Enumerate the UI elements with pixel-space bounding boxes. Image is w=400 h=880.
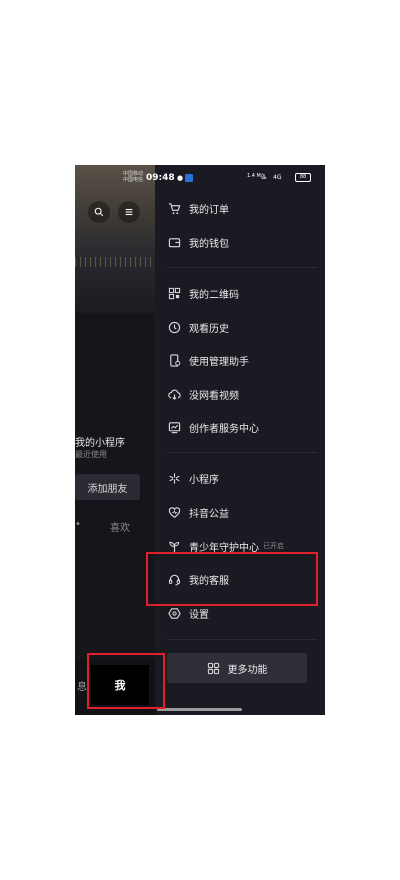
status-badge: 已开启: [263, 542, 284, 550]
menu-item-history[interactable]: 观看历史: [167, 317, 229, 337]
cloud-download-icon: [167, 387, 181, 401]
clock-icon: [167, 320, 181, 334]
cart-icon: [167, 201, 181, 215]
profile-cover-image: [75, 165, 155, 313]
menu-label: 设置: [189, 609, 209, 621]
menu-item-offline-video[interactable]: 没网看视频: [167, 384, 239, 404]
menu-label: 创作者服务中心: [189, 423, 259, 435]
wallet-icon: [167, 235, 181, 249]
menu-label: 我的二维码: [189, 289, 239, 301]
more-features-button[interactable]: 更多功能: [167, 653, 307, 683]
menu-item-usage-assistant[interactable]: 使用管理助手: [167, 350, 249, 370]
menu-label: 抖音公益: [189, 508, 229, 520]
menu-item-qrcode[interactable]: 我的二维码: [167, 283, 239, 303]
search-icon[interactable]: [88, 201, 110, 223]
sprout-icon: [167, 539, 181, 553]
signal-label: 4G: [273, 174, 282, 181]
mini-program-subtitle: 最近使用: [75, 450, 107, 459]
more-features-label: 更多功能: [227, 664, 268, 676]
nav-messages[interactable]: 息: [77, 678, 87, 693]
menu-item-creator-center[interactable]: 创作者服务中心: [167, 417, 259, 437]
menu-label: 没网看视频: [189, 390, 239, 402]
menu-icon[interactable]: [118, 201, 140, 223]
carrier-2: 中国电信: [123, 177, 144, 183]
home-indicator: [157, 708, 242, 711]
phone-screen: 我的小程序 最近使用 添加朋友 • 喜欢 息 我 我的订单 我的钱包 我的二维码…: [75, 165, 325, 715]
menu-label: 小程序: [189, 474, 219, 486]
divider: [167, 267, 317, 268]
app-notification-icon: [185, 174, 193, 182]
mini-program-title[interactable]: 我的小程序: [75, 434, 125, 449]
add-friend-button[interactable]: 添加朋友: [75, 474, 140, 500]
wifi-icon: ≈: [261, 174, 267, 182]
highlight-box-customer-service: [146, 552, 318, 606]
carrier-labels: 中国移动 中国电信: [123, 171, 143, 183]
creator-chart-icon: [167, 420, 181, 434]
menu-item-settings[interactable]: 设置: [167, 603, 209, 623]
menu-item-wallet[interactable]: 我的钱包: [167, 232, 229, 252]
highlight-box-me-tab: [87, 653, 165, 709]
menu-item-mini-program[interactable]: 小程序: [167, 468, 219, 488]
status-bar: 中国移动 中国电信 09:48 ● 1.4 M/s ≈ 4G 88: [123, 171, 323, 185]
tab-works[interactable]: •: [75, 519, 81, 530]
side-drawer: 我的订单 我的钱包 我的二维码 观看历史 使用管理助手 没网看视频 创作者服务中…: [155, 165, 325, 715]
menu-label: 观看历史: [189, 323, 229, 335]
divider: [167, 639, 317, 640]
phone-manage-icon: [167, 353, 181, 367]
tab-likes[interactable]: 喜欢: [110, 519, 130, 534]
menu-label: 我的订单: [189, 204, 229, 216]
qrcode-icon: [167, 286, 181, 300]
menu-label: 我的钱包: [189, 238, 229, 250]
settings-hex-icon: [167, 606, 181, 620]
heart-charity-icon: [167, 505, 181, 519]
divider: [167, 452, 317, 453]
menu-label: 使用管理助手: [189, 356, 249, 368]
battery-icon: 88: [295, 173, 311, 182]
notification-dot-icon: ●: [177, 174, 184, 182]
mini-program-icon: [167, 471, 181, 485]
grid-icon: [207, 662, 219, 674]
menu-item-charity[interactable]: 抖音公益: [167, 502, 229, 522]
clock: 09:48: [146, 173, 175, 183]
menu-item-orders[interactable]: 我的订单: [167, 198, 229, 218]
